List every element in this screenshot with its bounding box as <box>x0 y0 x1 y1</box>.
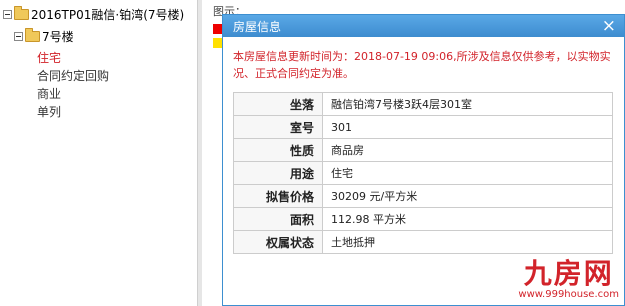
row-value-room-number: 301 <box>322 115 613 139</box>
project-tree: 2016TP01融信·铂湾(7号楼) 7号楼 住宅 合同约定回购 商业 单列 <box>0 0 200 306</box>
tree-root-label: 2016TP01融信·铂湾(7号楼) <box>31 8 185 22</box>
table-row: 拟售价格 30209 元/平方米 <box>233 184 613 208</box>
row-value-price: 30209 元/平方米 <box>322 184 613 208</box>
table-row: 室号 301 <box>233 115 613 139</box>
watermark-url: www.999house.com <box>518 289 619 300</box>
row-key-ownership-status: 权属状态 <box>233 230 323 254</box>
table-row: 权属状态 土地抵押 <box>233 230 613 254</box>
row-value-location: 融信铂湾7号楼3跃4层301室 <box>322 92 613 116</box>
panel-divider[interactable] <box>197 0 202 306</box>
collapse-toggle-icon[interactable] <box>14 32 23 41</box>
tree-building-node[interactable]: 7号楼 <box>14 28 74 45</box>
row-value-usage: 住宅 <box>322 161 613 185</box>
folder-icon <box>14 6 29 20</box>
row-value-area: 112.98 平方米 <box>322 207 613 231</box>
tree-item-separate[interactable]: 单列 <box>37 103 61 120</box>
table-row: 面积 112.98 平方米 <box>233 207 613 231</box>
row-key-location: 坐落 <box>233 92 323 116</box>
table-row: 用途 住宅 <box>233 161 613 185</box>
tree-item-commercial[interactable]: 商业 <box>37 85 61 102</box>
row-key-price: 拟售价格 <box>233 184 323 208</box>
row-key-nature: 性质 <box>233 138 323 162</box>
update-notice: 本房屋信息更新时间为：2018-07-19 09:06,所涉及信息仅供参考，以实… <box>233 50 611 80</box>
dialog-header: 房屋信息 × <box>223 15 624 37</box>
row-key-area: 面积 <box>233 207 323 231</box>
site-watermark: 九房网 www.999house.com <box>518 257 619 301</box>
house-info-table: 坐落 融信铂湾7号楼3跃4层301室 室号 301 性质 商品房 用途 住宅 拟… <box>233 92 613 254</box>
tree-item-residential[interactable]: 住宅 <box>37 49 61 66</box>
collapse-toggle-icon[interactable] <box>3 10 12 19</box>
close-icon[interactable]: × <box>602 16 616 36</box>
row-key-room-number: 室号 <box>233 115 323 139</box>
folder-icon <box>25 28 40 42</box>
table-row: 性质 商品房 <box>233 138 613 162</box>
row-value-nature: 商品房 <box>322 138 613 162</box>
tree-root-node[interactable]: 2016TP01融信·铂湾(7号楼) <box>3 6 184 23</box>
row-value-ownership-status: 土地抵押 <box>322 230 613 254</box>
watermark-brand: 九房网 <box>523 257 614 290</box>
table-row: 坐落 融信铂湾7号楼3跃4层301室 <box>233 92 613 116</box>
row-key-usage: 用途 <box>233 161 323 185</box>
tree-item-contract-buyback[interactable]: 合同约定回购 <box>37 67 109 84</box>
dialog-title: 房屋信息 <box>233 19 282 34</box>
tree-building-label: 7号楼 <box>42 30 74 44</box>
